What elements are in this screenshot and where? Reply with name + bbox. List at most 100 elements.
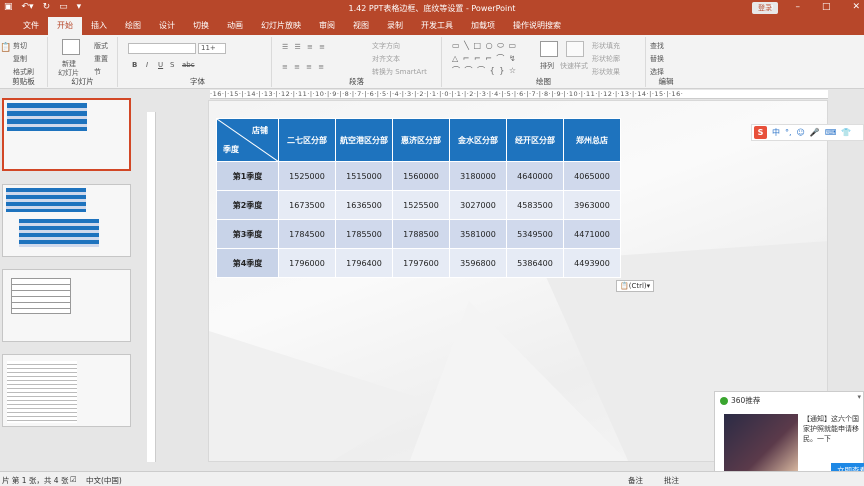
tab-7[interactable]: 幻灯片放映 — [252, 17, 310, 35]
table-cell: 4583500 — [506, 190, 564, 220]
editing-label: 编辑 — [658, 77, 674, 86]
shapes-gallery-row3[interactable]: ⌒ ⌒ ⌒ { } ☆ — [452, 65, 517, 76]
maximize-icon[interactable]: □ — [822, 2, 831, 12]
slide-thumbnail-1[interactable] — [2, 98, 131, 171]
tab-3[interactable]: 绘图 — [116, 17, 150, 35]
table-header-cell: 经开区分部 — [506, 118, 564, 162]
ribbon-display-icon[interactable]: ▭ — [765, 2, 774, 12]
copy-button[interactable]: 复制 — [13, 54, 27, 64]
quick-styles-button[interactable]: 快速样式 — [560, 61, 588, 71]
table-cell: 1515000 — [335, 161, 393, 191]
mic-icon[interactable]: 🎤 — [810, 128, 820, 137]
tab-9[interactable]: 视图 — [344, 17, 378, 35]
paste-icon[interactable]: 📋 — [0, 43, 11, 53]
layout-button[interactable]: 版式 — [94, 41, 108, 51]
status-bar: 片 第 1 张，共 4 张 ☑ 中文(中国) 备注 批注 — [0, 471, 864, 486]
table-cell: 1525500 — [392, 190, 450, 220]
table-cell: 4493900 — [563, 248, 621, 278]
find-button[interactable]: 查找 — [650, 41, 664, 51]
sogou-logo-icon[interactable]: S — [754, 126, 767, 139]
tab-0[interactable]: 文件 — [14, 17, 48, 35]
align-icons[interactable]: ≡ ≡ ≡ ≡ — [282, 63, 326, 71]
table-cell: 1525000 — [278, 161, 336, 191]
underline-button[interactable]: U — [158, 61, 163, 69]
table-cell: 4640000 — [506, 161, 564, 191]
passport-image[interactable] — [724, 414, 798, 472]
list-icons[interactable]: ☰ ☰ ≡ ≡ — [282, 43, 327, 51]
table-row: 第4季度 1796000 1796400 1797600 3596800 538… — [216, 248, 621, 278]
italic-button[interactable]: I — [146, 61, 148, 69]
slide-thumbnail-pane: 1 2 3 4 — [0, 90, 140, 470]
tab-11[interactable]: 开发工具 — [412, 17, 462, 35]
window-title: 1.42 PPT表格边框、底纹等设置 - PowerPoint — [348, 4, 516, 13]
horizontal-ruler: ·16·|·15·|·14·|·13·|·12·|·11·|·10·|·9·|·… — [210, 90, 828, 99]
table-cell: 1796400 — [335, 248, 393, 278]
font-size-select[interactable]: 11+ — [198, 43, 226, 54]
text-direction-button[interactable]: 文字方向 — [372, 41, 400, 51]
tab-1[interactable]: 开始 — [48, 17, 82, 35]
slide-thumbnail-2[interactable] — [2, 184, 131, 257]
new-slide-icon[interactable] — [62, 39, 80, 55]
minimize-icon[interactable]: – — [795, 2, 800, 12]
row-label: 第1季度 — [216, 161, 279, 191]
slide-thumbnail-3[interactable] — [2, 269, 131, 342]
font-name-select[interactable] — [128, 43, 196, 54]
tab-6[interactable]: 动画 — [218, 17, 252, 35]
notes-button[interactable]: 备注 — [628, 475, 643, 486]
skin-icon[interactable]: 👕 — [841, 128, 851, 137]
close-icon[interactable]: ✕ — [852, 2, 860, 12]
row-label: 第4季度 — [216, 248, 279, 278]
table-cell: 5349500 — [506, 219, 564, 249]
arrange-button[interactable]: 排列 — [540, 61, 554, 71]
shapes-gallery[interactable]: ▭ ╲ □ ○ ⬭ ▭ — [452, 41, 517, 51]
vertical-ruler — [147, 112, 156, 462]
table-cell: 1785500 — [335, 219, 393, 249]
table-cell: 1636500 — [335, 190, 393, 220]
tab-13[interactable]: 操作说明搜索 — [504, 17, 570, 35]
shape-fill-button[interactable]: 形状填充 — [592, 41, 620, 51]
cut-button[interactable]: 剪切 — [13, 41, 27, 51]
comments-button[interactable]: 批注 — [664, 475, 679, 486]
tab-2[interactable]: 插入 — [82, 17, 116, 35]
language-indicator[interactable]: 中文(中国) — [86, 475, 122, 486]
tab-4[interactable]: 设计 — [150, 17, 184, 35]
paste-options-button[interactable]: 📋(Ctrl)▾ — [616, 280, 655, 292]
strike-button[interactable]: abc — [182, 61, 195, 69]
reset-button[interactable]: 重置 — [94, 54, 108, 64]
tab-12[interactable]: 加载项 — [462, 17, 504, 35]
popup-collapse-icon[interactable]: ▾ — [857, 393, 861, 401]
slide-thumbnail-4[interactable] — [2, 354, 131, 427]
table-cell: 3596800 — [449, 248, 507, 278]
table-cell: 1673500 — [278, 190, 336, 220]
data-table[interactable]: 店铺 季度 二七区分部 航空港区分部 惠济区分部 金水区分部 经开区分部 郑州总… — [216, 118, 621, 278]
title-bar: ▣ ↶▾ ↻ ▭ ▾ 1.42 PPT表格边框、底纹等设置 - PowerPoi… — [0, 0, 864, 17]
bold-button[interactable]: B — [132, 61, 137, 69]
tab-10[interactable]: 录制 — [378, 17, 412, 35]
row-label: 第2季度 — [216, 190, 279, 220]
ime-toolbar: S 中 °, ☺ 🎤 ⌨ 👕 — [751, 124, 864, 141]
shape-outline-button[interactable]: 形状轮廓 — [592, 54, 620, 64]
tab-8[interactable]: 审阅 — [310, 17, 344, 35]
arrange-icon[interactable] — [540, 41, 558, 57]
shadow-button[interactable]: S — [170, 61, 174, 69]
table-cell: 1784500 — [278, 219, 336, 249]
punctuation-icon[interactable]: °, — [785, 128, 792, 137]
emoji-icon[interactable]: ☺ — [797, 128, 805, 137]
clipboard-label: 剪贴板 — [12, 77, 35, 86]
table-cell: 1797600 — [392, 248, 450, 278]
font-label: 字体 — [190, 77, 205, 86]
table-row: 第3季度 1784500 1785500 1788500 3581000 534… — [216, 219, 621, 249]
spellcheck-icon[interactable]: ☑ — [70, 475, 77, 484]
keyboard-icon[interactable]: ⌨ — [825, 128, 837, 137]
shapes-gallery-row2[interactable]: △ ⌐ ⌐ ⌐ ⌒ ↯ — [452, 53, 517, 64]
replace-button[interactable]: 替换 — [650, 54, 664, 64]
table-cell: 1788500 — [392, 219, 450, 249]
align-text-button[interactable]: 对齐文本 — [372, 54, 400, 64]
table-cell: 3180000 — [449, 161, 507, 191]
font-group: 11+ B I U S abc 字体 — [124, 37, 272, 87]
ime-mode-toggle[interactable]: 中 — [772, 127, 780, 138]
tab-5[interactable]: 切换 — [184, 17, 218, 35]
table-header-cell: 惠济区分部 — [392, 118, 450, 162]
quick-styles-icon[interactable] — [566, 41, 584, 57]
popup-message[interactable]: 【通知】这六个国家护照就能申请移民。一下 — [803, 414, 864, 444]
